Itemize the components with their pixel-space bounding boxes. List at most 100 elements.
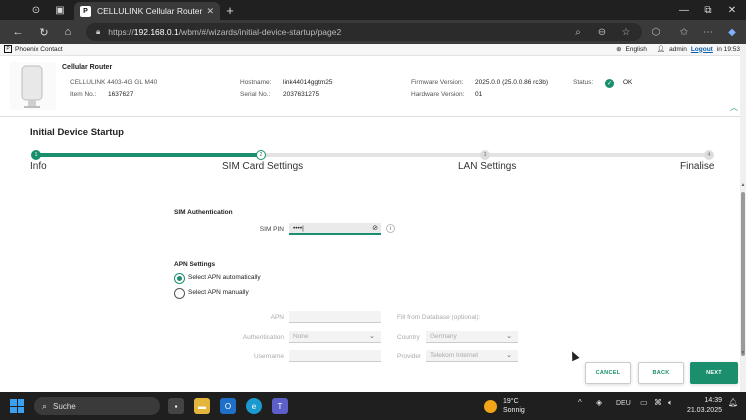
step-2-label: SIM Card Settings xyxy=(222,161,304,172)
scrollbar-thumb[interactable] xyxy=(741,192,745,356)
cancel-button[interactable]: CANCEL xyxy=(585,362,631,384)
serial-label: Serial No.: xyxy=(240,91,271,98)
step-2-dot: 2 xyxy=(256,150,266,160)
network-icon[interactable]: ⌘ xyxy=(654,398,662,407)
url-prefix: https:// xyxy=(108,27,134,37)
weather-desc: Sonnig xyxy=(503,407,525,414)
fill-database-label: Fill from Database (optional): xyxy=(397,314,481,321)
authentication-label: Authentication xyxy=(242,334,284,341)
hostname-value: link44014ggtm25 xyxy=(283,79,333,86)
teams-icon[interactable]: T xyxy=(272,398,288,414)
address-bar-row: ← ↻ ⌂ 🔒︎ https://192.168.0.1/wbm/#/wizar… xyxy=(0,20,746,44)
close-tab-icon[interactable]: ✕ xyxy=(206,6,214,17)
step-3-dot: 3 xyxy=(480,150,490,160)
keyboard-language[interactable]: DEU xyxy=(616,400,631,407)
sim-pin-value: ••••| xyxy=(293,224,304,232)
more-menu-icon[interactable]: ⋯ xyxy=(700,23,716,41)
apn-manual-label[interactable]: Select APN manually xyxy=(188,289,249,296)
back-icon[interactable]: ← xyxy=(10,24,26,40)
apn-input[interactable] xyxy=(289,311,381,323)
next-button[interactable]: NEXT xyxy=(690,362,738,384)
provider-label: Provider xyxy=(397,353,422,360)
volume-icon[interactable]: 🔈︎ xyxy=(668,398,673,408)
hostname-label: Hostname: xyxy=(240,79,272,86)
phoenix-logo-icon: P xyxy=(4,45,12,53)
close-window-icon[interactable]: ✕ xyxy=(720,0,744,20)
windows-start-icon[interactable] xyxy=(10,399,24,413)
windows-taskbar: ⌕ Suche ▪ ▬ O e T 19°C Sonnig ^ ◈ DEU ▭ … xyxy=(0,392,746,420)
browser-tab[interactable]: P CELLULINK Cellular Router ✕ xyxy=(74,2,220,20)
step-1-dot: 1 xyxy=(31,150,41,160)
country-select[interactable]: Germany ⌄ xyxy=(426,331,518,343)
file-explorer-icon[interactable]: ▬ xyxy=(194,398,210,414)
info-icon[interactable]: i xyxy=(386,224,395,233)
tray-expand-icon[interactable]: ^ xyxy=(578,398,582,407)
outlook-icon[interactable]: O xyxy=(220,398,236,414)
sim-pin-input[interactable]: ••••| ⊘ xyxy=(289,223,381,235)
back-button[interactable]: BACK xyxy=(638,362,684,384)
edge-icon[interactable]: e xyxy=(246,398,262,414)
maximize-icon[interactable]: ⧉ xyxy=(696,0,720,20)
page-scrollbar[interactable]: ▲ ▼ xyxy=(740,44,746,392)
username: admin xyxy=(669,45,687,53)
scroll-up-icon[interactable]: ▲ xyxy=(740,182,746,188)
apn-settings-heading: APN Settings xyxy=(174,261,216,268)
status-value: OK xyxy=(623,79,633,86)
firmware-value: 2025.0.0 (25.0.0.86 rc3b) xyxy=(475,79,548,86)
favorite-star-icon[interactable]: ☆ xyxy=(618,23,634,41)
step-3-label: LAN Settings xyxy=(458,161,517,172)
refresh-icon[interactable]: ↻ xyxy=(36,24,52,40)
profile-icon[interactable]: ⊙ xyxy=(24,0,48,20)
provider-select[interactable]: Telekom Internet ⌄ xyxy=(426,350,518,362)
apn-auto-label[interactable]: Select APN automatically xyxy=(188,274,261,281)
weather-temp: 19°C xyxy=(503,398,519,405)
reader-icon[interactable]: ⊖ xyxy=(594,23,610,41)
device-info-panel: Cellular Router CELLULINK 4403-4G GL M40… xyxy=(0,56,740,116)
notifications-icon[interactable]: 🔔︎ xyxy=(728,398,738,407)
task-view-icon[interactable]: ▪ xyxy=(168,398,184,414)
provider-value: Telekom Internet xyxy=(430,352,479,359)
session-timer: in 19:53 xyxy=(716,45,740,53)
wizard-progress-fill xyxy=(36,153,260,157)
hardware-label: Hardware Version: xyxy=(411,91,465,98)
display-icon[interactable]: ▭ xyxy=(640,398,648,407)
url-field[interactable]: 🔒︎ https://192.168.0.1/wbm/#/wizards/ini… xyxy=(86,23,642,41)
copilot-icon[interactable]: ◆ xyxy=(724,23,740,41)
hardware-value: 01 xyxy=(475,91,483,98)
logout-link[interactable]: Logout xyxy=(691,46,713,53)
chevron-down-icon: ⌄ xyxy=(506,352,512,359)
lock-icon[interactable]: 🔒︎ xyxy=(96,27,100,37)
globe-icon[interactable]: ⊕ xyxy=(616,45,621,53)
clock[interactable]: 14:39 21.03.2025 xyxy=(686,396,722,416)
tab-title: CELLULINK Cellular Router xyxy=(97,6,203,16)
weather-widget[interactable]: 19°C Sonnig xyxy=(484,397,525,415)
favorites-icon[interactable]: ✩ xyxy=(676,23,692,41)
scroll-down-icon[interactable]: ▼ xyxy=(740,350,746,356)
device-title: Cellular Router xyxy=(62,64,113,71)
url-host: 192.168.0.1 xyxy=(133,27,179,37)
item-no-label: Item No.: xyxy=(70,91,97,98)
language-select[interactable]: English xyxy=(626,46,647,53)
minimize-icon[interactable]: — xyxy=(672,0,696,20)
collapse-chevron-icon[interactable]: ︿ xyxy=(730,102,738,113)
wizard-title: Initial Device Startup xyxy=(30,127,124,138)
new-tab-icon[interactable]: + xyxy=(222,2,238,18)
brand: P Phoenix Contact xyxy=(4,45,63,53)
hide-password-icon[interactable]: ⊘ xyxy=(372,224,378,232)
step-4-label: Finalise xyxy=(680,161,715,172)
top-strip: P Phoenix Contact ⊕ English 👤︎ admin Log… xyxy=(0,44,740,56)
tab-actions-icon[interactable]: ▣ xyxy=(48,0,72,20)
apn-manual-radio[interactable] xyxy=(174,288,185,299)
extensions-icon[interactable]: ⬡ xyxy=(648,23,664,41)
user-area: ⊕ English 👤︎ admin Logout in 19:53 xyxy=(616,45,740,54)
zoom-icon[interactable]: ⌕ xyxy=(570,23,586,41)
user-icon: 👤︎ xyxy=(656,46,666,53)
taskbar-search[interactable]: ⌕ Suche xyxy=(34,397,160,415)
authentication-select[interactable]: None ⌄ xyxy=(289,331,381,343)
apn-auto-radio[interactable] xyxy=(174,273,185,284)
browser-tab-bar: ⊙ ▣ P CELLULINK Cellular Router ✕ + — ⧉ … xyxy=(0,0,746,20)
authentication-value: None xyxy=(293,333,309,340)
security-icon[interactable]: ◈ xyxy=(596,398,602,407)
home-icon[interactable]: ⌂ xyxy=(60,24,76,40)
username-input[interactable] xyxy=(289,350,381,362)
